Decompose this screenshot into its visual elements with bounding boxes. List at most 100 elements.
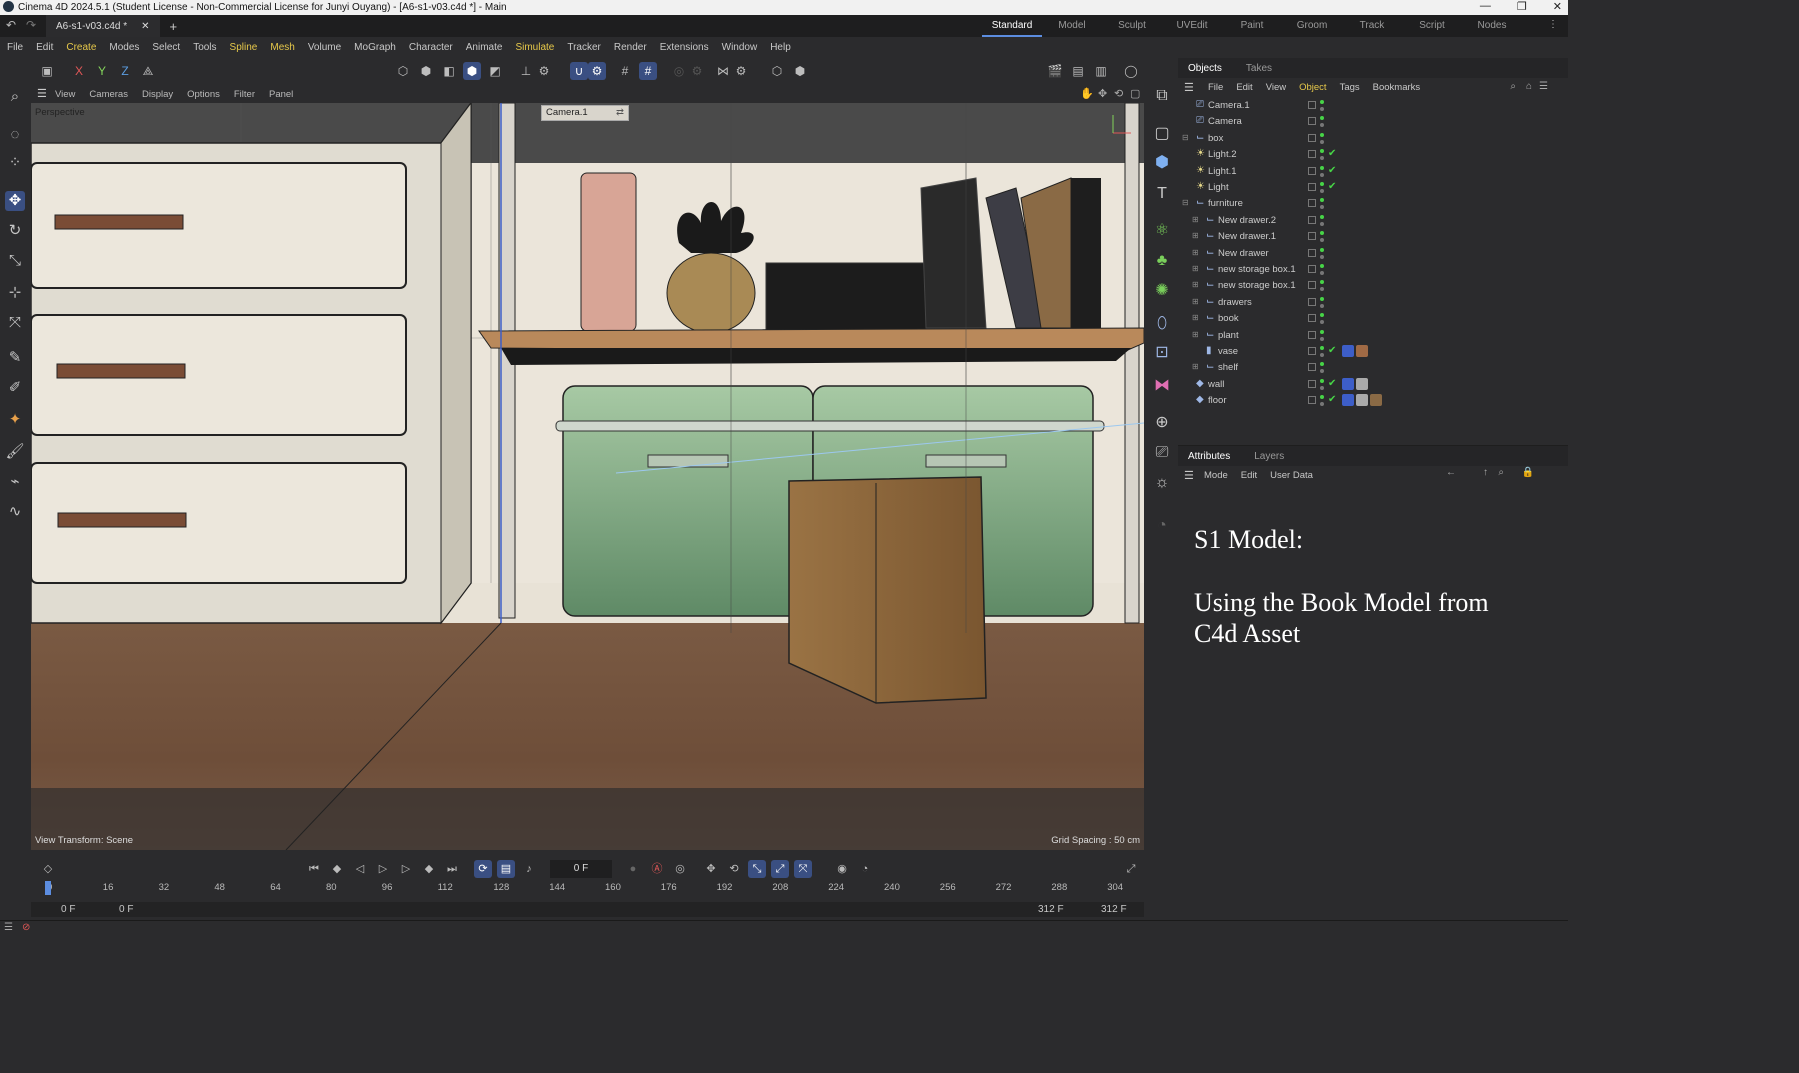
live-selection-icon[interactable]: ◌ [5,125,25,145]
camera-tool-icon[interactable]: ⎚ [1151,442,1173,464]
current-frame-field[interactable]: 0 F [550,860,612,878]
layout-tab-script[interactable]: Script [1402,15,1462,37]
frame-range-bar[interactable]: 0 F 0 F 312 F 312 F [31,902,1144,917]
status-menu-icon[interactable]: ☰ [4,922,13,933]
layer-toggle-icon[interactable] [1308,248,1316,257]
paint-brush-icon[interactable]: 🖌 [5,442,25,462]
object-name[interactable]: book [1218,313,1239,324]
layer-toggle-icon[interactable] [1308,199,1316,208]
viewport-maximize-icon[interactable]: ▢ [1130,87,1140,100]
min-frame-field[interactable]: 0 F [61,904,75,915]
restore-icon[interactable]: ❐ [1517,0,1527,13]
object-row[interactable]: ⊞ ⌙ New drawer.1 [1178,229,1568,245]
rotate-tool-icon[interactable]: ↻ [5,221,25,241]
document-tab[interactable]: A6-s1-v03.c4d * ✕ [46,15,160,37]
objects-filter-icon[interactable]: ☰ [1539,81,1548,92]
editor-visibility-dot[interactable] [1320,395,1324,400]
field-icon[interactable]: ⊡ [1151,342,1173,364]
object-name[interactable]: wall [1208,379,1224,390]
magnet-tool-icon[interactable]: ∿ [5,502,25,522]
phong-tag-icon[interactable] [1342,345,1354,357]
texture-mode-icon[interactable]: ◩ [486,62,504,80]
tweak-settings-icon[interactable]: ⚙ [688,62,706,80]
lock-workplane-icon[interactable]: ⬡ [768,62,786,80]
enabled-check-icon[interactable]: ✔ [1328,394,1336,405]
axis-y-button[interactable]: Y [93,62,111,80]
undo-icon[interactable]: ↶ [6,18,16,32]
attributes-menu-user-data[interactable]: User Data [1270,470,1313,481]
object-name[interactable]: plant [1218,330,1239,341]
layer-toggle-icon[interactable] [1308,396,1316,405]
attributes-search-icon[interactable]: ⌕ [1498,467,1504,478]
material-tag-icon[interactable] [1356,345,1368,357]
viewport-menu-panel[interactable]: Panel [269,89,293,100]
menu-tracker[interactable]: Tracker [567,42,601,53]
record-icon[interactable]: ● [624,860,642,878]
menu-tools[interactable]: Tools [193,42,216,53]
snap-icon[interactable]: ∪ [570,62,588,80]
max-frame-field[interactable]: 312 F [1101,904,1127,915]
menu-file[interactable]: File [7,42,23,53]
go-to-end-icon[interactable]: ⏭ [443,860,461,878]
editor-visibility-dot[interactable] [1320,247,1324,252]
move-tool-icon[interactable]: ✥ [5,191,25,211]
render-visibility-dot[interactable] [1320,205,1324,210]
go-to-start-icon[interactable]: ⏮ [305,860,323,878]
object-name[interactable]: drawers [1218,297,1252,308]
expand-icon[interactable]: ⊞ [1192,264,1199,273]
layout-tab-nodes[interactable]: Nodes [1462,15,1522,37]
objects-home-icon[interactable]: ⌂ [1526,81,1532,92]
object-row[interactable]: ⊞ ⌙ shelf [1178,360,1568,376]
playback-mode-icon[interactable]: ▤ [497,860,515,878]
enabled-check-icon[interactable]: ✔ [1328,148,1336,159]
render-visibility-dot[interactable] [1320,385,1324,390]
object-row[interactable]: ◆ floor ✔ [1178,393,1568,409]
more-icon[interactable]: ⋮ [1548,19,1558,30]
render-region-icon[interactable]: 🎬 [1046,62,1064,80]
layout-tab-uvedit[interactable]: UVEdit [1162,15,1222,37]
menu-mograph[interactable]: MoGraph [354,42,396,53]
editor-visibility-dot[interactable] [1320,346,1324,350]
3d-viewport[interactable]: Perspective Camera.1 ⇄ View Transform: S… [31,103,1144,850]
expand-icon[interactable]: ⊞ [1192,313,1199,322]
editor-visibility-dot[interactable] [1320,165,1324,170]
render-visibility-dot[interactable] [1320,336,1324,341]
layout-tab-standard[interactable]: Standard [982,15,1042,37]
layer-toggle-icon[interactable] [1308,150,1316,159]
points-mode-icon[interactable]: ⬡ [394,62,412,80]
placement-tool-icon[interactable]: ⤧ [5,313,25,333]
viewport-menu-cameras[interactable]: Cameras [89,89,128,100]
polygons-mode-icon[interactable]: ◧ [440,62,458,80]
objects-menu-file[interactable]: File [1208,82,1223,93]
viewport-menu-view[interactable]: View [55,89,75,100]
menu-help[interactable]: Help [770,42,791,53]
axis-x-button[interactable]: X [70,62,88,80]
object-row[interactable]: ⊞ ⌙ drawers [1178,295,1568,311]
attributes-menu-mode[interactable]: Mode [1204,470,1228,481]
objects-hamburger-icon[interactable]: ☰ [1184,81,1194,94]
render-visibility-dot[interactable] [1320,189,1324,193]
menu-animate[interactable]: Animate [466,42,503,53]
render-visibility-dot[interactable] [1320,139,1324,144]
object-row[interactable]: ⊞ ⌙ book [1178,311,1568,327]
expand-icon[interactable]: ⊟ [1182,133,1189,142]
key-rotation-icon[interactable]: ⟲ [725,860,743,878]
xpresso-icon[interactable]: ⧓ [1151,375,1173,397]
layer-toggle-icon[interactable] [1308,133,1316,142]
status-error-icon[interactable]: ⊘ [22,922,30,933]
expand-icon[interactable]: ⊞ [1192,362,1199,371]
tab-takes[interactable]: Takes [1246,63,1272,74]
render-visibility-dot[interactable] [1320,221,1324,226]
layout-tab-paint[interactable]: Paint [1222,15,1282,37]
editor-visibility-dot[interactable] [1320,132,1324,137]
redshift-icon[interactable]: ◔ [1151,515,1173,537]
editor-visibility-dot[interactable] [1320,378,1324,383]
attributes-menu-edit[interactable]: Edit [1241,470,1257,481]
object-row[interactable]: ⊞ ⌙ new storage box.1 [1178,278,1568,294]
workplane-icon[interactable]: # [616,62,634,80]
layer-toggle-icon[interactable] [1308,314,1316,323]
objects-menu-view[interactable]: View [1266,82,1286,93]
enabled-check-icon[interactable]: ✔ [1328,378,1336,389]
phong-tag-icon[interactable] [1342,377,1354,390]
viewport-rotate-icon[interactable]: ⟲ [1114,87,1123,100]
